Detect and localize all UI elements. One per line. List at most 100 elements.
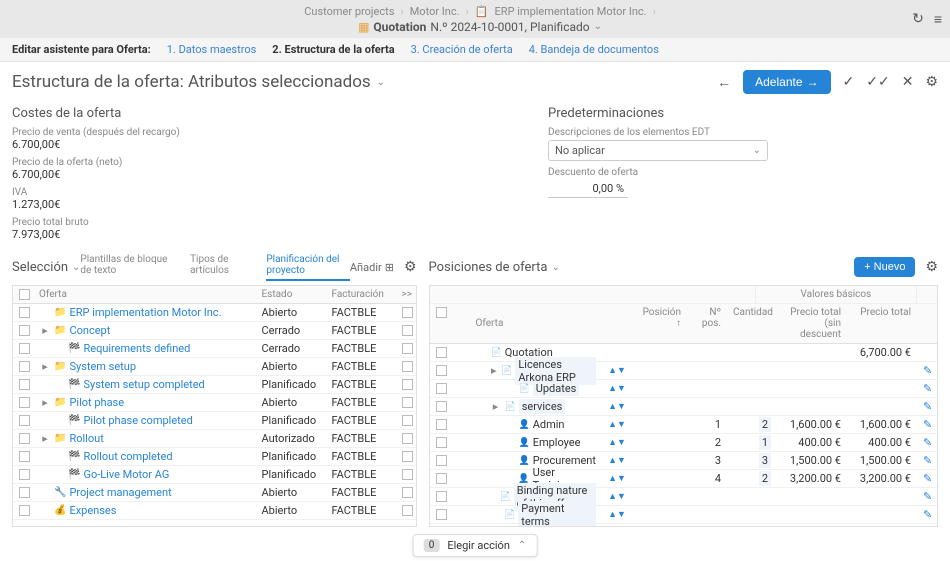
reorder-arrows[interactable]: ▲▼ [602,506,632,523]
row-checkbox[interactable] [19,487,30,498]
menu-icon[interactable]: ≡ [934,11,942,28]
row-checkbox[interactable] [19,469,30,480]
col-star[interactable]: >> [396,286,416,303]
row-checkbox[interactable] [19,451,30,462]
breadcrumb-item[interactable]: ERP implementation Motor Inc. [495,5,647,18]
row-checkbox[interactable] [19,343,30,354]
reorder-arrows[interactable]: ▲▼ [602,416,632,433]
qty-value[interactable]: 2 [759,471,771,486]
item-name[interactable]: Go-Live Motor AG [83,468,169,481]
edit-icon[interactable]: ✎ [923,364,932,377]
reorder-arrows[interactable]: ▲▼ [602,362,632,379]
table-row[interactable]: 🏁 Go-Live Motor AG Planificado FACTBLE [13,466,416,484]
star-checkbox[interactable] [402,451,413,462]
table-row[interactable]: ▸ 📁 Pilot phase Abierto FACTBLE [13,394,416,412]
table-row[interactable]: 🏁 Pilot phase completed Planificado FACT… [13,412,416,430]
caret-icon[interactable]: ▸ [39,324,51,337]
tab-articles[interactable]: Tipos de artículos [190,254,248,281]
col-pos[interactable]: Posición ↑ [632,304,687,343]
item-name[interactable]: System setup [69,360,136,373]
breadcrumb-item[interactable]: Motor Inc. [410,5,460,18]
positions-title[interactable]: Posiciones de oferta⌄ [429,260,560,275]
edit-icon[interactable]: ✎ [923,490,932,503]
wizard-step[interactable]: 2. Estructura de la oferta [272,43,394,56]
row-checkbox[interactable] [19,307,30,318]
breadcrumb-item[interactable]: Customer projects [304,5,394,18]
table-row[interactable]: 💰 Expenses Abierto FACTBLE [13,502,416,520]
table-row[interactable]: ▸ 📄 services ▲▼ ✎ [430,398,938,416]
row-checkbox[interactable] [19,397,30,408]
edit-icon[interactable]: ✎ [923,454,932,467]
table-row[interactable]: 🔧 Project management Abierto FACTBLE [13,484,416,502]
item-name[interactable]: Project management [69,486,171,499]
table-row[interactable]: ▸ 📁 System setup Abierto FACTBLE [13,358,416,376]
tab-planning[interactable]: Planificación del proyecto [266,254,350,281]
refresh-icon[interactable]: ↻ [912,11,924,28]
row-checkbox[interactable] [19,361,30,372]
footer-action-bar[interactable]: 0 Elegir acción ⌃ [413,534,538,557]
check-all-icon[interactable]: ✓✓ [866,74,889,90]
star-checkbox[interactable] [402,343,413,354]
select-all-checkbox[interactable] [19,289,30,300]
caret-icon[interactable]: ▸ [39,360,51,373]
row-checkbox[interactable] [436,365,447,376]
filter-icon[interactable]: ⚙ [925,259,938,275]
star-checkbox[interactable] [402,307,413,318]
table-row[interactable]: 🏁 Requirements defined Cerrado FACTBLE [13,340,416,358]
row-checkbox[interactable] [436,419,447,430]
row-checkbox[interactable] [436,401,447,412]
row-checkbox[interactable] [436,383,447,394]
row-checkbox[interactable] [19,433,30,444]
reorder-arrows[interactable]: ▲▼ [602,434,632,451]
item-name[interactable]: Updates [533,381,580,396]
item-name[interactable]: Rollout completed [83,450,172,463]
discount-input[interactable]: 0,00 % [548,180,628,198]
caret-icon[interactable]: ▸ [490,400,502,413]
check-icon[interactable]: ✓ [843,74,855,90]
row-checkbox[interactable] [436,509,447,520]
reorder-arrows[interactable] [602,350,632,356]
row-checkbox[interactable] [436,437,447,448]
item-name[interactable]: ERP implementation Motor Inc. [69,306,221,319]
reorder-arrows[interactable]: ▲▼ [602,488,632,505]
star-checkbox[interactable] [402,361,413,372]
table-row[interactable]: 👤 Admin ▲▼ 1 2 1,600.00 € 1,600.00 € ✎ [430,416,938,434]
filter-icon[interactable]: ⚙ [404,259,417,275]
item-name[interactable]: services [519,399,566,414]
item-name[interactable]: Expenses [69,504,116,517]
row-checkbox[interactable] [436,455,447,466]
item-name[interactable]: Rollout [69,432,103,445]
col-price[interactable]: Precio total (sin descuent [777,304,847,343]
table-row[interactable]: ▸ 📁 Rollout Autorizado FACTBLE [13,430,416,448]
item-name[interactable]: Employee [533,436,581,449]
select-all-checkbox[interactable] [436,307,447,318]
tab-templates[interactable]: Plantillas de bloque de texto [80,254,172,281]
table-row[interactable]: 👤 Employee ▲▼ 2 1 400.00 € 400.00 € ✎ [430,434,938,452]
qty-value[interactable]: 3 [759,453,771,468]
table-row[interactable]: 🏁 System setup completed Planificado FAC… [13,376,416,394]
col-fact[interactable]: Facturación [326,286,396,303]
wizard-step[interactable]: 4. Bandeja de documentos [529,43,659,56]
star-checkbox[interactable] [402,415,413,426]
new-button[interactable]: +Nuevo [854,257,915,277]
row-checkbox[interactable] [19,505,30,516]
star-checkbox[interactable] [402,379,413,390]
col-total[interactable]: Precio total [847,304,917,343]
item-name[interactable]: System setup completed [83,378,204,391]
star-checkbox[interactable] [402,325,413,336]
row-checkbox[interactable] [19,325,30,336]
back-icon[interactable]: ← [717,74,731,91]
row-checkbox[interactable] [19,415,30,426]
item-name[interactable]: Pilot phase [69,396,124,409]
table-row[interactable]: 📁 ERP implementation Motor Inc. Abierto … [13,304,416,322]
star-checkbox[interactable] [402,469,413,480]
edit-icon[interactable]: ✎ [923,418,932,431]
add-button[interactable]: Añadir⊞ [350,261,394,274]
row-checkbox[interactable] [436,491,447,502]
col-qty[interactable]: Cantidad [727,304,777,343]
edit-icon[interactable]: ✎ [923,436,932,449]
table-row[interactable]: 🏁 Rollout completed Planificado FACTBLE [13,448,416,466]
reorder-arrows[interactable]: ▲▼ [602,380,632,397]
col-oferta[interactable]: Oferta [33,286,256,303]
star-checkbox[interactable] [402,397,413,408]
